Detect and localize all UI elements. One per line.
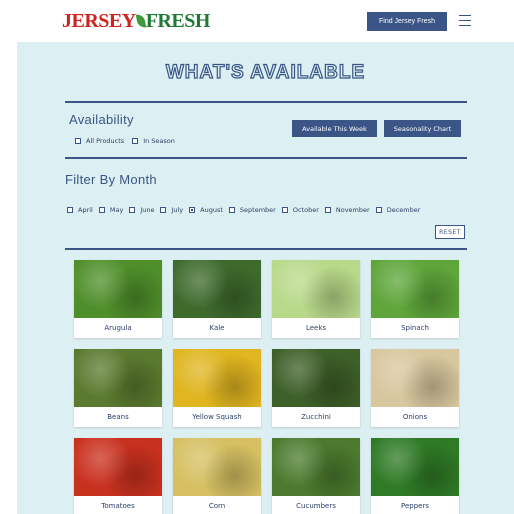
month-checkbox-september[interactable]: September <box>228 206 276 214</box>
checkbox-icon[interactable] <box>189 207 196 213</box>
filter-by-month-label: Filter By Month <box>65 172 157 187</box>
month-label: September <box>239 206 276 214</box>
checkbox-in-season[interactable]: In Season <box>132 137 175 145</box>
checkbox-all-products[interactable]: All Products <box>75 137 124 145</box>
product-card[interactable]: Spinach <box>371 260 459 338</box>
product-card[interactable]: Kale <box>173 260 261 338</box>
product-card[interactable]: Zucchini <box>272 349 360 427</box>
checkbox-icon[interactable] <box>375 207 382 213</box>
month-checkbox-december[interactable]: December <box>375 206 421 214</box>
product-image[interactable] <box>74 349 162 407</box>
month-checkbox-june[interactable]: June <box>129 206 154 214</box>
site-header: JERSEY FRESH Find Jersey Fresh <box>0 0 514 42</box>
product-image[interactable] <box>371 260 459 318</box>
month-label: April <box>78 206 93 214</box>
month-checkbox-august[interactable]: August <box>189 206 223 214</box>
product-name: Leeks <box>305 324 327 332</box>
checkbox-label: All Products <box>86 137 125 145</box>
month-label: May <box>109 206 124 214</box>
availability-options: All Products In Season <box>75 137 183 145</box>
month-label: December <box>386 206 421 214</box>
available-this-week-button[interactable]: Available This Week <box>292 120 377 137</box>
product-card[interactable]: Yellow Squash <box>173 349 261 427</box>
month-label: August <box>200 206 223 214</box>
product-name: Cucumbers <box>296 502 336 510</box>
checkbox-icon[interactable] <box>67 207 73 213</box>
product-card[interactable]: Cucumbers <box>272 438 360 514</box>
product-card[interactable]: Onions <box>371 349 459 427</box>
month-label: July <box>171 206 184 214</box>
checkbox-icon[interactable] <box>132 138 139 144</box>
checkbox-label: In Season <box>143 137 175 145</box>
logo-text-fresh: FRESH <box>145 9 211 32</box>
product-image[interactable] <box>371 438 459 496</box>
checkbox-icon[interactable] <box>281 207 288 213</box>
checkbox-icon[interactable] <box>129 207 136 213</box>
product-card[interactable]: Leeks <box>272 260 360 338</box>
month-checkbox-october[interactable]: October <box>281 206 319 214</box>
checkbox-icon[interactable] <box>98 207 105 213</box>
month-checkbox-april[interactable]: April <box>67 206 93 214</box>
month-label: October <box>292 206 319 214</box>
product-name: Yellow Squash <box>192 413 242 421</box>
product-name: Kale <box>209 324 225 332</box>
availability-label: Availability <box>69 112 134 127</box>
product-name: Onions <box>402 413 428 421</box>
product-card[interactable]: Arugula <box>74 260 162 338</box>
product-name: Tomatoes <box>101 502 135 510</box>
divider <box>65 101 467 103</box>
month-label: June <box>140 206 155 214</box>
checkbox-icon[interactable] <box>228 207 235 213</box>
product-name: Spinach <box>401 324 429 332</box>
product-image[interactable] <box>272 260 360 318</box>
product-card[interactable]: Tomatoes <box>74 438 162 514</box>
logo-text-jersey: JERSEY <box>62 9 136 32</box>
checkbox-icon[interactable] <box>324 207 331 213</box>
seasonality-chart-button[interactable]: Seasonality Chart <box>384 120 461 137</box>
product-name: Peppers <box>401 502 429 510</box>
leaf-icon <box>135 13 146 29</box>
month-checkbox-may[interactable]: May <box>98 206 124 214</box>
divider <box>65 157 467 159</box>
jersey-fresh-logo[interactable]: JERSEY FRESH <box>62 8 210 34</box>
find-jersey-fresh-button[interactable]: Find Jersey Fresh <box>367 12 447 31</box>
product-name: Beans <box>107 413 129 421</box>
page-title: WHAT'S AVAILABLE <box>165 61 366 83</box>
hamburger-menu-icon[interactable] <box>459 15 471 26</box>
month-label: November <box>335 206 370 214</box>
product-image[interactable] <box>272 438 360 496</box>
reset-button[interactable]: RESET <box>435 225 465 239</box>
product-image[interactable] <box>272 349 360 407</box>
product-image[interactable] <box>173 438 261 496</box>
product-card[interactable]: Peppers <box>371 438 459 514</box>
product-name: Arugula <box>104 324 132 332</box>
product-image[interactable] <box>74 260 162 318</box>
product-image[interactable] <box>173 260 261 318</box>
product-name: Zucchini <box>301 413 331 421</box>
month-checkbox-july[interactable]: July <box>160 206 183 214</box>
checkbox-icon[interactable] <box>75 138 81 144</box>
month-checkbox-november[interactable]: November <box>324 206 370 214</box>
product-image[interactable] <box>74 438 162 496</box>
checkbox-icon[interactable] <box>160 207 167 213</box>
month-filter-row: April May June July August September October No… <box>67 206 426 214</box>
divider <box>65 248 467 250</box>
product-card[interactable]: Beans <box>74 349 162 427</box>
product-image[interactable] <box>173 349 261 407</box>
product-card[interactable]: Corn <box>173 438 261 514</box>
product-image[interactable] <box>371 349 459 407</box>
product-name: Corn <box>208 502 226 510</box>
